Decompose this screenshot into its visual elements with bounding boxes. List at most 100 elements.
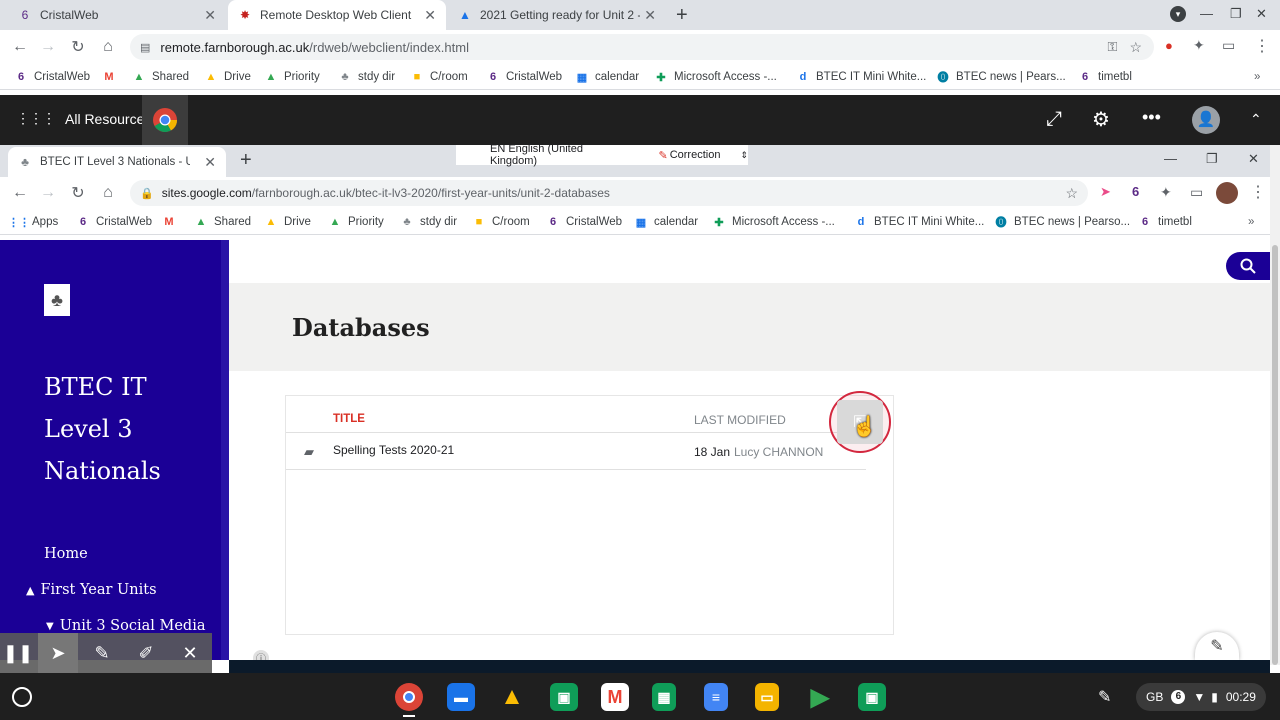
close-icon[interactable]: ✕ xyxy=(204,7,216,24)
scrollbar-thumb[interactable] xyxy=(1272,245,1278,665)
chevron-down-icon[interactable]: ▼ xyxy=(46,621,54,632)
correction-selector[interactable]: Correction xyxy=(670,149,721,161)
bookmark-item[interactable]: ⋮⋮ Apps xyxy=(8,209,58,235)
outer-tab-remote-desktop[interactable]: ✸ Remote Desktop Web Client ✕ xyxy=(228,0,446,30)
more-bookmarks-icon[interactable]: » xyxy=(1248,209,1254,235)
fullscreen-icon[interactable]: ⤢ xyxy=(1046,108,1062,131)
address-bar[interactable]: 🔒 sites.google.com/farnborough.ac.uk/bte… xyxy=(130,180,1088,206)
classroom-app-icon[interactable]: ▣ xyxy=(550,683,578,711)
bookmark-star-icon[interactable]: ☆ xyxy=(1065,185,1078,202)
address-bar[interactable]: ▤ remote.farnborough.ac.uk/rdweb/webclie… xyxy=(130,34,1154,60)
reload-icon[interactable]: ↻ xyxy=(64,176,92,210)
nav-unit3-social-media[interactable]: ▼ Unit 3 Social Media xyxy=(46,618,205,634)
chrome-session-tab[interactable] xyxy=(142,95,188,145)
bookmark-item[interactable]: ■ C/room xyxy=(410,64,468,90)
reload-icon[interactable]: ↻ xyxy=(64,30,92,64)
cast-icon[interactable]: ▭ xyxy=(1222,37,1235,54)
bookmark-item[interactable]: ♣ stdy dir xyxy=(400,209,457,235)
chevron-up-icon[interactable]: ▲ xyxy=(26,584,34,597)
bookmark-item[interactable]: 6 CristalWeb xyxy=(546,209,622,235)
site-logo-tree-icon[interactable]: ♣ xyxy=(44,284,70,316)
more-bookmarks-icon[interactable]: » xyxy=(1254,64,1260,90)
restore-icon[interactable]: ❐ xyxy=(1230,6,1242,22)
site-title[interactable]: BTEC IT Level 3 Nationals xyxy=(44,366,161,492)
bookmark-item[interactable]: ▲ Priority xyxy=(264,64,320,90)
forward-icon[interactable]: → xyxy=(34,30,62,64)
bookmark-item[interactable]: 6 CristalWeb xyxy=(14,64,90,90)
meet-app-icon[interactable]: ▣ xyxy=(858,683,886,711)
nav-home[interactable]: Home xyxy=(44,546,88,562)
bookmark-item[interactable]: ✚ Microsoft Access -... xyxy=(712,209,835,235)
slides-app-icon[interactable]: ▭ xyxy=(755,683,779,711)
profile-avatar[interactable] xyxy=(1216,182,1238,204)
bookmark-item[interactable]: ▲ Drive xyxy=(264,209,311,235)
stylus-pen-icon[interactable]: ✎ xyxy=(1098,687,1111,707)
restore-icon[interactable]: ❐ xyxy=(1206,151,1218,167)
gmail-app-icon[interactable]: M xyxy=(601,683,629,711)
column-header-last-modified[interactable]: LAST MODIFIED xyxy=(694,413,786,427)
close-window-icon[interactable]: ✕ xyxy=(1248,151,1259,167)
outer-tab-cristalweb[interactable]: 6 CristalWeb ✕ xyxy=(8,0,226,30)
language-selector[interactable]: EN English (United Kingdom) xyxy=(490,143,616,167)
bookmark-item[interactable]: 6 timetbl xyxy=(1078,64,1132,90)
bookmark-item[interactable]: M xyxy=(102,64,122,90)
info-icon[interactable]: ⓘ xyxy=(253,650,269,660)
settings-gear-icon[interactable]: ⚙ xyxy=(1092,107,1110,132)
bookmark-item[interactable]: ▲ Priority xyxy=(328,209,384,235)
menu-icon[interactable]: ⋮ xyxy=(1250,182,1266,202)
back-icon[interactable]: ← xyxy=(6,176,34,210)
tab-search-icon[interactable]: ▾ xyxy=(1170,6,1186,22)
minimize-icon[interactable]: — xyxy=(1164,151,1177,166)
bookmark-item[interactable]: 6 CristalWeb xyxy=(486,64,562,90)
more-icon[interactable]: ••• xyxy=(1142,107,1161,128)
play-store-app-icon[interactable]: ▶ xyxy=(806,683,834,711)
site-info-icon[interactable]: ▤ xyxy=(140,41,150,54)
bookmark-item[interactable]: d BTEC IT Mini White... xyxy=(854,209,985,235)
forward-icon[interactable]: → xyxy=(34,176,62,210)
all-resources-button[interactable]: ⋮⋮⋮ All Resources xyxy=(16,110,151,127)
bookmark-item[interactable]: 6 timetbl xyxy=(1138,209,1192,235)
key-icon[interactable]: ⚿ xyxy=(1108,39,1118,55)
collapse-chevron-icon[interactable]: ⌃ xyxy=(1250,111,1262,128)
bookmark-star-icon[interactable]: ☆ xyxy=(1129,39,1142,56)
extension-icon[interactable]: ● xyxy=(1165,38,1173,53)
drive-app-icon[interactable]: ▲ xyxy=(498,683,526,711)
home-icon[interactable]: ⌂ xyxy=(94,30,122,64)
bookmark-item[interactable]: ⓿ BTEC news | Pears... xyxy=(936,64,1066,90)
cristalweb-extension-icon[interactable]: 6 xyxy=(1132,184,1139,199)
bookmark-item[interactable]: ▲ Shared xyxy=(194,209,252,235)
bookmark-item[interactable]: ▦ calendar xyxy=(575,64,639,90)
pause-icon[interactable]: ❚❚ xyxy=(0,633,36,673)
extensions-puzzle-icon[interactable]: ✦ xyxy=(1160,184,1172,201)
bookmark-item[interactable]: ▲ Shared xyxy=(132,64,190,90)
new-tab-button[interactable]: + xyxy=(240,149,252,172)
highlighter-icon[interactable]: ✐ xyxy=(126,633,166,673)
nav-first-year-units[interactable]: ▲ First Year Units xyxy=(26,582,157,598)
bookmark-item[interactable]: ▦ calendar xyxy=(634,209,698,235)
column-header-title[interactable]: TITLE xyxy=(333,413,365,425)
minimize-icon[interactable]: — xyxy=(1200,6,1213,21)
extension-icon[interactable]: ➤ xyxy=(1100,184,1111,200)
inner-tab-btec[interactable]: ♣ BTEC IT Level 3 Nationals - Unit 2 ✕ xyxy=(8,147,226,177)
pen-icon[interactable]: ✎ xyxy=(82,633,122,673)
bookmark-item[interactable]: M xyxy=(162,209,182,235)
bookmark-item[interactable]: ♣ stdy dir xyxy=(338,64,395,90)
pointer-icon[interactable]: ➤ xyxy=(38,633,78,673)
edit-button[interactable]: ✎ xyxy=(1195,632,1239,660)
close-icon[interactable]: ✕ xyxy=(204,154,216,171)
lock-icon[interactable]: 🔒 xyxy=(140,187,154,200)
docs-app-icon[interactable]: ≡ xyxy=(704,683,728,711)
back-icon[interactable]: ← xyxy=(6,30,34,64)
outer-tab-google-drive[interactable]: ▲ 2021 Getting ready for Unit 2 - G ✕ xyxy=(448,0,666,30)
bookmark-item[interactable]: ⓿ BTEC news | Pearso... xyxy=(994,209,1131,235)
status-tray[interactable]: GB 6 ▼ ▮ 00:29 xyxy=(1136,683,1266,711)
table-row[interactable]: ▰ Spelling Tests 2020-21 18 Jan Lucy CHA… xyxy=(286,433,866,469)
home-icon[interactable]: ⌂ xyxy=(94,176,122,210)
bookmark-item[interactable]: 6 CristalWeb xyxy=(76,209,152,235)
extensions-puzzle-icon[interactable]: ✦ xyxy=(1193,37,1205,54)
bookmark-item[interactable]: ■ C/room xyxy=(472,209,530,235)
menu-icon[interactable]: ⋮ xyxy=(1254,36,1270,56)
scrollbar[interactable] xyxy=(1270,145,1280,665)
launcher-icon[interactable] xyxy=(12,687,32,707)
cast-icon[interactable]: ▭ xyxy=(1190,184,1203,201)
